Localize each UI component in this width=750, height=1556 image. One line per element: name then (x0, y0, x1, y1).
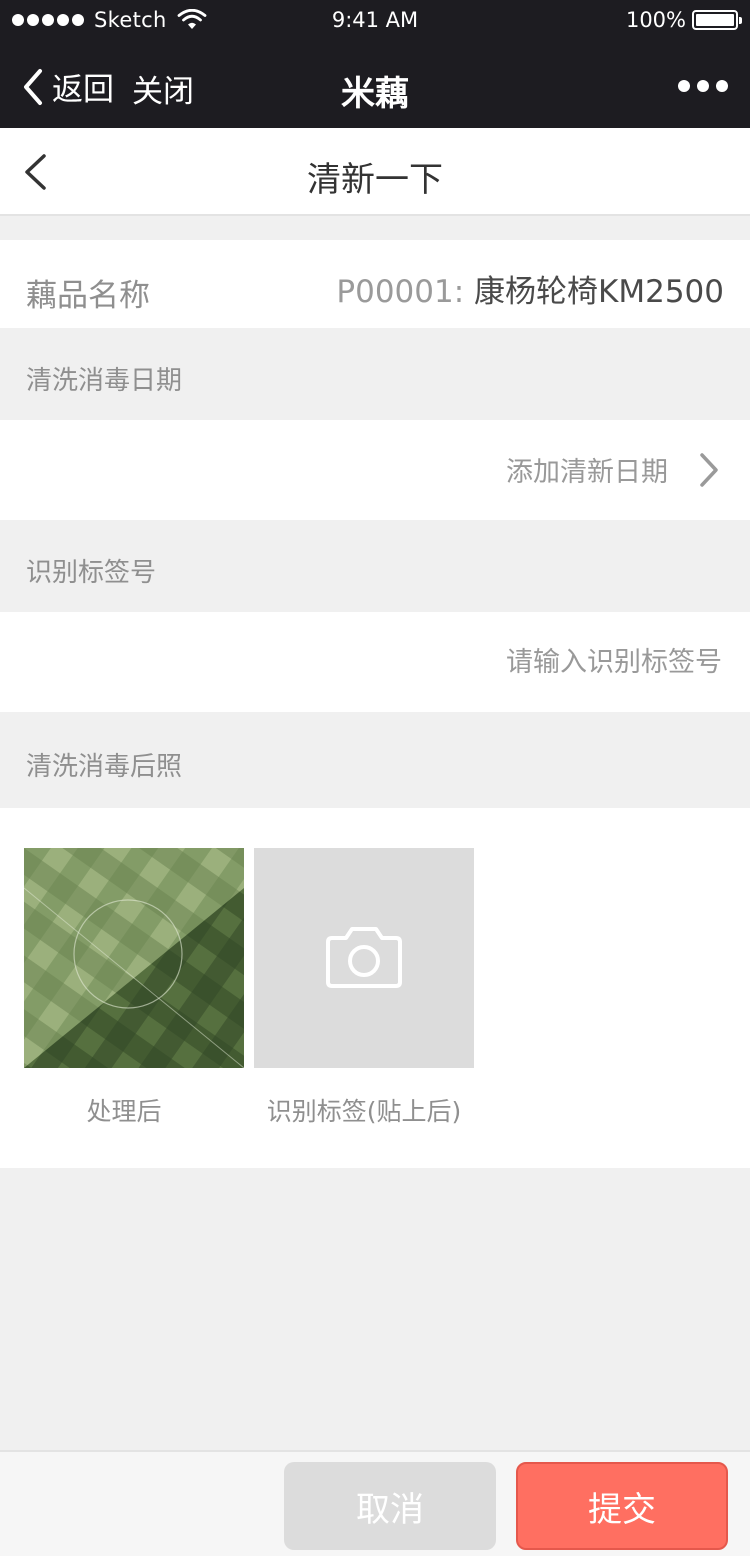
product-label: 藕品名称 (26, 278, 150, 314)
bottom-action-bar: 取消 提交 (0, 1450, 750, 1556)
wechat-title: 米藕 (341, 74, 409, 114)
wechat-nav-bar: 返回 关闭 米藕 (0, 44, 750, 128)
cancel-button[interactable]: 取消 (284, 1462, 496, 1550)
tag-photo-caption: 识别标签(贴上后) (266, 1097, 462, 1126)
camera-icon (326, 927, 402, 988)
battery-percent: 100% (625, 8, 686, 32)
clean-date-row: 添加清新日期 (0, 420, 750, 520)
tag-photo-upload[interactable] (254, 848, 474, 1068)
submit-button[interactable]: 提交 (516, 1462, 728, 1550)
page-title: 清新一下 (307, 160, 443, 200)
product-name: 康杨轮椅KM2500 (474, 274, 724, 310)
status-right: 100% (625, 8, 742, 32)
battery-icon (692, 10, 742, 30)
product-row: 藕品名称 P00001: 康杨轮椅KM2500 (0, 240, 750, 328)
photo-image (24, 848, 244, 1068)
photos-section: 清洗消毒后照 (0, 712, 750, 808)
tag-number-row (0, 612, 750, 712)
tag-number-section-label: 识别标签号 (26, 558, 157, 588)
status-bar: Sketch 9:41 AM 100% (0, 0, 750, 44)
photos-row: 处理后 识别标签(贴上后) (0, 808, 750, 1168)
processed-photo-caption: 处理后 (86, 1097, 162, 1126)
more-icon[interactable] (678, 80, 728, 92)
chevron-right-icon (700, 452, 718, 487)
product-value: P00001: 康杨轮椅KM2500 (336, 266, 724, 311)
page-header: 清新一下 (0, 128, 750, 216)
add-date-picker[interactable]: 添加清新日期 (506, 450, 720, 489)
processed-photo[interactable] (24, 848, 244, 1068)
add-date-placeholder: 添加清新日期 (506, 457, 668, 488)
product-code: P00001: (336, 274, 465, 310)
photos-section-label: 清洗消毒后照 (26, 752, 183, 782)
tag-number-input[interactable] (264, 640, 724, 684)
clean-date-section-label: 清洗消毒日期 (26, 366, 183, 396)
tag-number-section: 识别标签号 (0, 520, 750, 612)
top-dark-area: Sketch 9:41 AM 100% 返回 关闭 米藕 (0, 0, 750, 128)
clean-date-section: 清洗消毒日期 (0, 328, 750, 420)
